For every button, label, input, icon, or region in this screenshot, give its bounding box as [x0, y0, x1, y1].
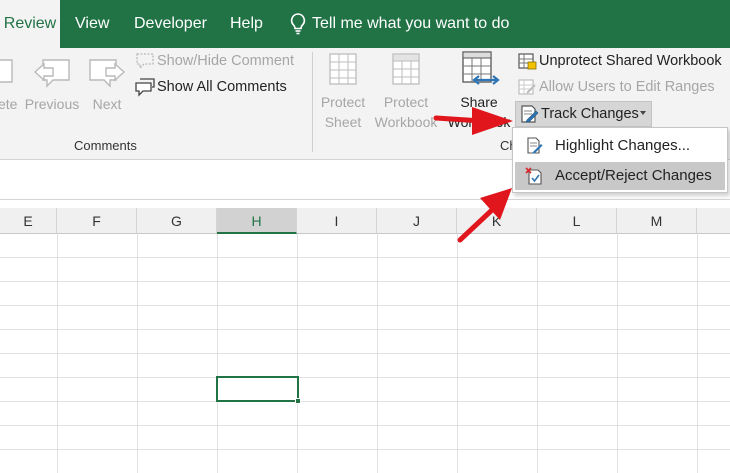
allow-users-icon — [518, 79, 536, 95]
unprotect-shared-workbook-button[interactable]: Unprotect Shared Workbook — [517, 49, 730, 73]
chevron-down-icon — [640, 111, 646, 115]
next-comment-icon — [89, 59, 126, 88]
column-header-f[interactable]: F — [57, 208, 137, 234]
column-header-next — [697, 208, 730, 234]
track-changes-label: Track Changes — [541, 106, 639, 122]
tab-view[interactable]: View — [75, 0, 109, 48]
track-changes-icon — [521, 105, 539, 123]
comments-group-label: Comments — [74, 138, 137, 153]
share-workbook-button[interactable]: Share Workbook — [444, 50, 514, 132]
column-header-m[interactable]: M — [617, 208, 697, 234]
show-hide-comment-icon — [136, 53, 154, 70]
unprotect-shared-icon — [518, 53, 537, 70]
share-workbook-icon — [462, 51, 500, 85]
active-cell[interactable] — [216, 376, 301, 404]
protect-sheet-button[interactable]: Protect Sheet — [314, 50, 372, 132]
column-header-h[interactable]: H — [217, 208, 297, 234]
fill-handle[interactable] — [295, 398, 301, 404]
column-header-i[interactable]: I — [297, 208, 377, 234]
track-changes-dropdown: Highlight Changes... Accept/Reject Chang… — [512, 127, 728, 193]
track-changes-button[interactable]: Track Changes — [515, 101, 652, 127]
column-header-g[interactable]: G — [137, 208, 217, 234]
protect-workbook-button[interactable]: Protect Workbook — [370, 50, 442, 132]
delete-comment-button[interactable]: ete — [0, 56, 20, 114]
tell-me-text: Tell me what you want to do — [312, 15, 510, 32]
menu-item-highlight-changes[interactable]: Highlight Changes... — [515, 132, 725, 160]
ribbon-tab-bar: Review View Developer Help Tell me what … — [0, 0, 730, 48]
delete-comment-icon — [0, 59, 13, 83]
highlight-changes-icon — [527, 137, 543, 154]
column-header-j[interactable]: J — [377, 208, 457, 234]
show-hide-comment-button[interactable]: Show/Hide Comment — [135, 49, 310, 73]
show-all-comments-button[interactable]: Show All Comments — [135, 75, 310, 99]
previous-comment-button[interactable]: Previous — [24, 56, 80, 114]
previous-comment-icon — [33, 59, 70, 88]
allow-users-edit-ranges-button[interactable]: Allow Users to Edit Ranges — [517, 75, 730, 99]
next-comment-button[interactable]: Next — [84, 56, 130, 114]
show-all-comments-icon — [135, 78, 155, 97]
column-header-k[interactable]: K — [457, 208, 537, 234]
cell-grid[interactable] — [0, 234, 730, 473]
column-header-e[interactable]: E — [0, 208, 57, 234]
tab-help[interactable]: Help — [230, 0, 263, 48]
accept-reject-icon — [525, 167, 542, 185]
lightbulb-icon — [290, 13, 306, 35]
tab-review[interactable]: Review — [0, 0, 60, 48]
tab-developer[interactable]: Developer — [134, 0, 207, 48]
protect-workbook-icon — [392, 53, 420, 85]
protect-sheet-icon — [329, 53, 357, 85]
menu-item-accept-reject-changes[interactable]: Accept/Reject Changes — [515, 162, 725, 190]
group-separator — [312, 52, 313, 152]
column-header-l[interactable]: L — [537, 208, 617, 234]
